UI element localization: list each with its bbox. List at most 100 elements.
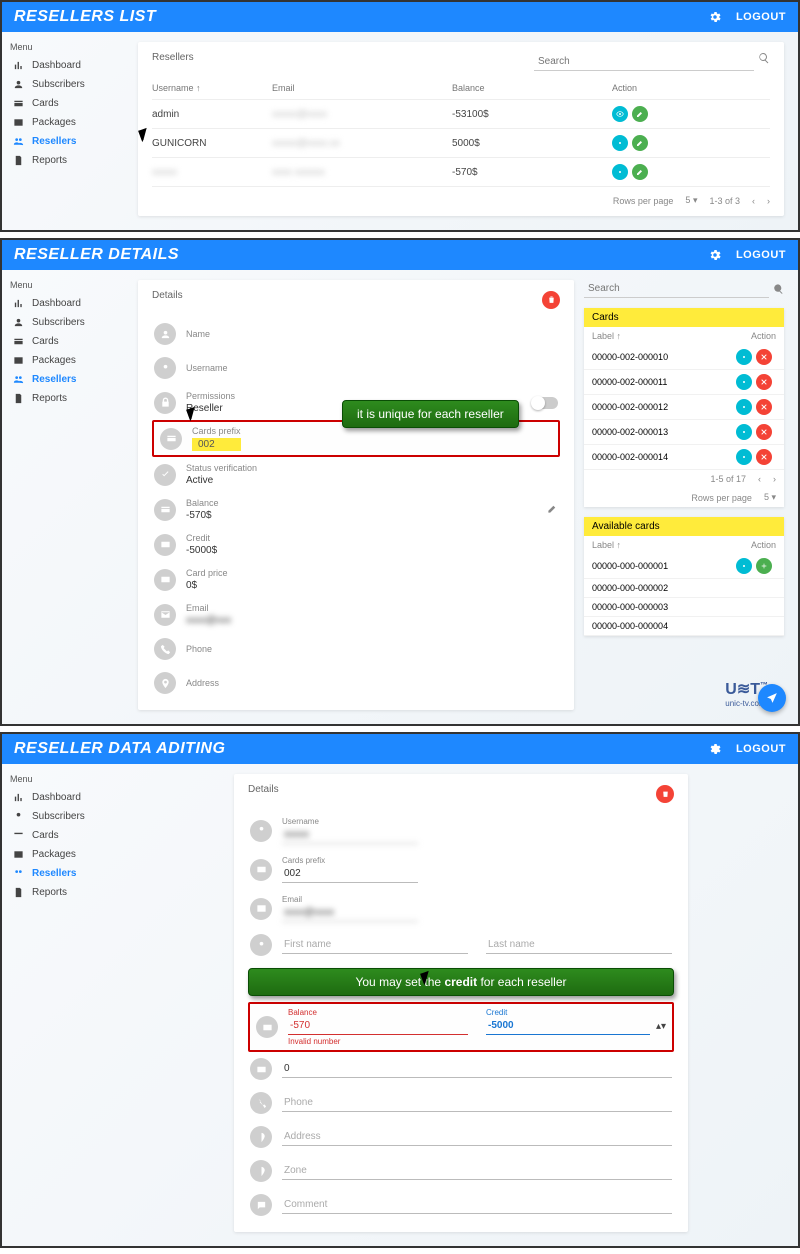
price-input[interactable] bbox=[282, 1060, 672, 1078]
table-row[interactable]: xxxxx xxxx xxxxxx -570$ bbox=[152, 158, 770, 187]
list-item[interactable]: 00000-002-000014 bbox=[584, 445, 784, 470]
cards-prefix-value: 002 bbox=[192, 438, 241, 451]
sidebar-item-packages[interactable]: Packages bbox=[2, 845, 124, 864]
card-icon bbox=[250, 1058, 272, 1080]
view-icon[interactable] bbox=[612, 135, 628, 151]
mail-icon bbox=[250, 898, 272, 920]
gear-icon[interactable] bbox=[708, 742, 722, 756]
credit-input[interactable] bbox=[486, 1017, 650, 1035]
edit-card: Details Username Cards prefix Email You … bbox=[234, 774, 688, 1232]
balance-input[interactable] bbox=[288, 1017, 468, 1035]
sidebar-item-resellers[interactable]: Resellers bbox=[2, 864, 124, 883]
sidebar-item-packages[interactable]: Packages bbox=[2, 113, 124, 132]
prev-page-icon[interactable]: ‹ bbox=[758, 474, 761, 484]
phone-icon bbox=[154, 638, 176, 660]
sidebar-item-cards[interactable]: Cards bbox=[2, 332, 124, 351]
delete-button[interactable] bbox=[542, 291, 560, 309]
search-input[interactable] bbox=[534, 52, 754, 71]
view-icon[interactable] bbox=[736, 349, 752, 365]
prev-page-icon[interactable]: ‹ bbox=[752, 196, 755, 206]
sidebar-item-dashboard[interactable]: Dashboard bbox=[2, 56, 124, 75]
sidebar-item-dashboard[interactable]: Dashboard bbox=[2, 788, 124, 807]
view-icon[interactable] bbox=[612, 164, 628, 180]
logout-button[interactable]: LOGOUT bbox=[736, 11, 786, 23]
search-icon bbox=[758, 52, 770, 64]
sidebar-item-cards[interactable]: Cards bbox=[2, 826, 124, 845]
bars-icon bbox=[12, 60, 24, 71]
fab-button[interactable] bbox=[758, 684, 786, 712]
username-input[interactable] bbox=[282, 826, 418, 844]
edit-icon[interactable] bbox=[632, 135, 648, 151]
list-item[interactable]: 00000-002-000010 bbox=[584, 345, 784, 370]
card-icon bbox=[250, 859, 272, 881]
sidebar-item-reports[interactable]: Reports bbox=[2, 151, 124, 170]
gear-icon[interactable] bbox=[708, 248, 722, 262]
rows-per-page-select[interactable]: 5 ▾ bbox=[764, 492, 776, 503]
edit-icon[interactable] bbox=[632, 106, 648, 122]
sidebar-item-reports[interactable]: Reports bbox=[2, 389, 124, 408]
pin-icon bbox=[250, 1160, 272, 1182]
permissions-toggle[interactable] bbox=[532, 397, 558, 409]
table-row[interactable]: GUNICORN xxxxx@xxxx.xx 5000$ bbox=[152, 129, 770, 158]
sidebar-item-packages[interactable]: Packages bbox=[2, 351, 124, 370]
sidebar-item-subscribers[interactable]: Subscribers bbox=[2, 807, 124, 826]
gear-icon[interactable] bbox=[708, 10, 722, 24]
delete-button[interactable] bbox=[656, 785, 674, 803]
view-icon[interactable] bbox=[612, 106, 628, 122]
address-input[interactable] bbox=[282, 1128, 672, 1146]
cards-panel: Cards Label ↑Action 00000-002-000010 000… bbox=[584, 308, 784, 507]
list-item[interactable]: 00000-000-000001 bbox=[584, 554, 784, 579]
sidebar: Menu Dashboard Subscribers Cards Package… bbox=[2, 32, 124, 230]
cursor-icon bbox=[140, 129, 150, 143]
page-title: RESELLERS LIST bbox=[14, 8, 156, 26]
list-item[interactable]: 00000-002-000011 bbox=[584, 370, 784, 395]
stepper-icon[interactable]: ▴▾ bbox=[656, 1021, 666, 1032]
check-icon bbox=[154, 464, 176, 486]
view-icon[interactable] bbox=[736, 558, 752, 574]
sidebar-item-reports[interactable]: Reports bbox=[2, 883, 124, 902]
next-page-icon[interactable]: › bbox=[773, 474, 776, 484]
resellers-card: Resellers Username ↑ Email Balance Actio… bbox=[138, 42, 784, 216]
logout-button[interactable]: LOGOUT bbox=[736, 249, 786, 261]
table-row[interactable]: admin xxxxx@xxxx -53100$ bbox=[152, 100, 770, 129]
list-item[interactable]: 00000-000-000002 bbox=[584, 579, 784, 598]
email-input[interactable] bbox=[282, 904, 418, 922]
next-page-icon[interactable]: › bbox=[767, 196, 770, 206]
pin-icon bbox=[250, 1126, 272, 1148]
list-item[interactable]: 00000-000-000004 bbox=[584, 617, 784, 636]
card-title: Resellers bbox=[152, 52, 194, 63]
card-icon bbox=[154, 534, 176, 556]
doc-icon bbox=[12, 155, 24, 166]
search-icon bbox=[773, 283, 784, 295]
lock-icon bbox=[154, 392, 176, 414]
sidebar-item-subscribers[interactable]: Subscribers bbox=[2, 75, 124, 94]
cards-prefix-input[interactable] bbox=[282, 865, 418, 883]
sidebar-item-resellers[interactable]: Resellers bbox=[2, 132, 124, 151]
phone-input[interactable] bbox=[282, 1094, 672, 1112]
edit-icon[interactable] bbox=[547, 503, 558, 516]
error-text: Invalid number bbox=[288, 1037, 468, 1046]
search-input[interactable] bbox=[584, 280, 769, 298]
card-icon bbox=[154, 499, 176, 521]
details-card: Details Name Username PermissionsReselle… bbox=[138, 280, 574, 710]
sidebar-item-resellers[interactable]: Resellers bbox=[2, 370, 124, 389]
edit-icon[interactable] bbox=[632, 164, 648, 180]
last-name-input[interactable] bbox=[486, 936, 672, 954]
page-title: RESELLER DATA ADITING bbox=[14, 740, 225, 758]
list-item[interactable]: 00000-002-000012 bbox=[584, 395, 784, 420]
list-item[interactable]: 00000-000-000003 bbox=[584, 598, 784, 617]
card-icon bbox=[154, 569, 176, 591]
sidebar-item-subscribers[interactable]: Subscribers bbox=[2, 313, 124, 332]
rows-per-page-select[interactable]: 5 ▾ bbox=[685, 195, 697, 206]
zone-input[interactable] bbox=[282, 1162, 672, 1180]
add-icon[interactable] bbox=[756, 558, 772, 574]
comment-input[interactable] bbox=[282, 1196, 672, 1214]
sidebar: Menu Dashboard Subscribers Cards Package… bbox=[2, 270, 124, 724]
first-name-input[interactable] bbox=[282, 936, 468, 954]
sidebar-item-dashboard[interactable]: Dashboard bbox=[2, 294, 124, 313]
sidebar-item-cards[interactable]: Cards bbox=[2, 94, 124, 113]
list-item[interactable]: 00000-002-000013 bbox=[584, 420, 784, 445]
remove-icon[interactable] bbox=[756, 349, 772, 365]
table-header: Username ↑ Email Balance Action bbox=[152, 77, 770, 100]
logout-button[interactable]: LOGOUT bbox=[736, 743, 786, 755]
